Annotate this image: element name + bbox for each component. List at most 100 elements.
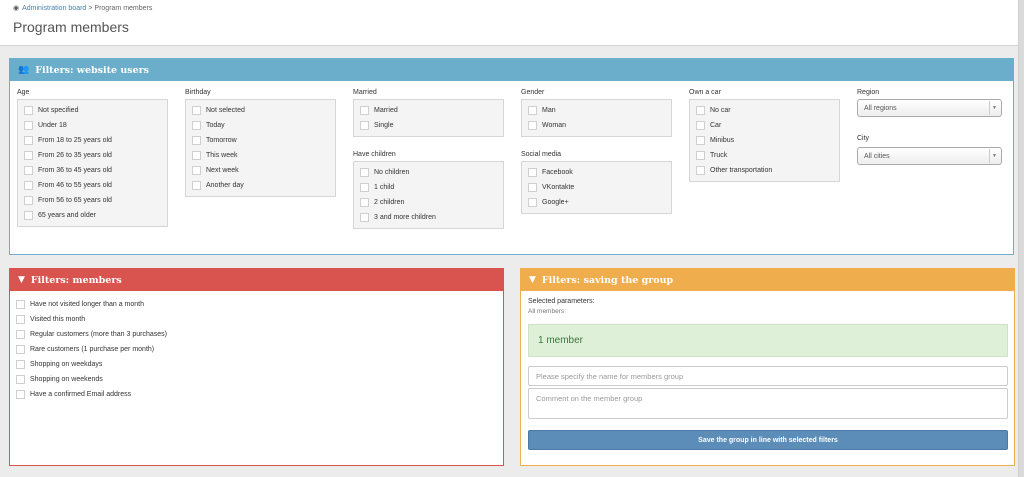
car-filter-group: Own a car No car Car Minibus Truck Other… [689, 87, 840, 182]
filter-option[interactable]: Woman [528, 118, 665, 133]
filter-option[interactable]: Visited this month [16, 312, 167, 327]
filter-option[interactable]: Another day [192, 178, 329, 193]
filter-option[interactable]: 65 years and older [24, 208, 161, 223]
filter-option[interactable]: Not specified [24, 103, 161, 118]
checkbox[interactable] [192, 166, 201, 175]
filter-option[interactable]: Today [192, 118, 329, 133]
checkbox[interactable] [24, 196, 33, 205]
filter-option[interactable]: Have not visited longer than a month [16, 297, 167, 312]
age-filter-group: Age Not specified Under 18 From 18 to 25… [17, 87, 168, 227]
members-options: Have not visited longer than a month Vis… [16, 297, 167, 402]
checkbox[interactable] [24, 121, 33, 130]
filter-option[interactable]: Not selected [192, 103, 329, 118]
filter-option[interactable]: Rare customers (1 purchase per month) [16, 342, 167, 357]
checkbox[interactable] [24, 181, 33, 190]
checkbox[interactable] [16, 360, 25, 369]
checkbox[interactable] [24, 106, 33, 115]
checkbox[interactable] [360, 198, 369, 207]
checkbox[interactable] [696, 151, 705, 160]
region-select[interactable]: All regions ▼ [857, 99, 1002, 117]
filter-option[interactable]: From 36 to 45 years old [24, 163, 161, 178]
filter-option[interactable]: Truck [696, 148, 833, 163]
checkbox[interactable] [192, 151, 201, 160]
age-label: Age [17, 89, 30, 96]
checkbox[interactable] [16, 390, 25, 399]
filter-option[interactable]: Minibus [696, 133, 833, 148]
checkbox[interactable] [528, 183, 537, 192]
checkbox[interactable] [192, 106, 201, 115]
checkbox[interactable] [360, 168, 369, 177]
social-options: Facebook VKontakte Google+ [521, 161, 672, 214]
filter-option[interactable]: Shopping on weekdays [16, 357, 167, 372]
city-select[interactable]: All cities ▼ [857, 147, 1002, 165]
filter-option[interactable]: Man [528, 103, 665, 118]
filter-option[interactable]: 3 and more children [360, 210, 497, 225]
group-name-input[interactable]: Please specify the name for members grou… [528, 366, 1008, 386]
filter-icon: ▼ [18, 275, 25, 285]
checkbox[interactable] [360, 106, 369, 115]
checkbox[interactable] [16, 330, 25, 339]
city-label: City [857, 135, 870, 142]
checkbox[interactable] [528, 168, 537, 177]
checkbox[interactable] [360, 183, 369, 192]
filter-option[interactable]: No children [360, 165, 497, 180]
members-filter-panel: ▼ Filters: members Have not visited long… [9, 268, 504, 466]
filter-option[interactable]: Under 18 [24, 118, 161, 133]
checkbox[interactable] [696, 106, 705, 115]
checkbox[interactable] [24, 136, 33, 145]
checkbox[interactable] [696, 136, 705, 145]
checkbox[interactable] [192, 136, 201, 145]
checkbox[interactable] [528, 198, 537, 207]
filter-option[interactable]: Next week [192, 163, 329, 178]
filter-option[interactable]: VKontakte [528, 180, 665, 195]
filter-option[interactable]: Shopping on weekends [16, 372, 167, 387]
filter-option[interactable]: Car [696, 118, 833, 133]
filter-option[interactable]: From 46 to 55 years old [24, 178, 161, 193]
filter-option[interactable]: This week [192, 148, 329, 163]
checkbox[interactable] [192, 121, 201, 130]
checkbox[interactable] [528, 121, 537, 130]
breadcrumb-separator: > [88, 4, 93, 12]
scrollbar[interactable] [1018, 0, 1024, 477]
filter-option[interactable]: 2 children [360, 195, 497, 210]
filter-option[interactable]: Regular customers (more than 3 purchases… [16, 327, 167, 342]
breadcrumb-current: Program members [94, 4, 153, 12]
checkbox[interactable] [16, 345, 25, 354]
region-label: Region [857, 89, 880, 96]
filter-option[interactable]: Facebook [528, 165, 665, 180]
filter-option[interactable]: No car [696, 103, 833, 118]
panel-title: Filters: members [30, 274, 122, 286]
filter-option[interactable]: From 18 to 25 years old [24, 133, 161, 148]
gender-label: Gender [521, 89, 545, 96]
page-header: ◉ Administration board > Program members… [0, 0, 1018, 46]
filter-option[interactable]: Other transportation [696, 163, 833, 178]
checkbox[interactable] [360, 213, 369, 222]
filter-option[interactable]: Have a confirmed Email address [16, 387, 167, 402]
checkbox[interactable] [192, 181, 201, 190]
save-group-button[interactable]: Save the group in line with selected fil… [528, 430, 1008, 450]
filter-option[interactable]: From 26 to 35 years old [24, 148, 161, 163]
social-filter-group: Social media Facebook VKontakte Google+ [521, 149, 672, 214]
breadcrumb-link-admin[interactable]: Administration board [22, 5, 86, 12]
filter-option[interactable]: 1 child [360, 180, 497, 195]
checkbox[interactable] [696, 121, 705, 130]
checkbox[interactable] [24, 151, 33, 160]
checkbox[interactable] [24, 211, 33, 220]
checkbox[interactable] [360, 121, 369, 130]
gender-options: Man Woman [521, 99, 672, 137]
website-users-filter-panel: 👥 Filters: website users Age Not specifi… [9, 58, 1014, 255]
checkbox[interactable] [696, 166, 705, 175]
group-comment-textarea[interactable]: Comment on the member group [528, 388, 1008, 419]
checkbox[interactable] [16, 315, 25, 324]
dashboard-icon: ◉ [13, 5, 20, 12]
checkbox[interactable] [24, 166, 33, 175]
checkbox[interactable] [16, 300, 25, 309]
filter-option[interactable]: Google+ [528, 195, 665, 210]
filter-option[interactable]: Tomorrow [192, 133, 329, 148]
checkbox[interactable] [16, 375, 25, 384]
filter-option[interactable]: Married [360, 103, 497, 118]
children-filter-group: Have children No children 1 child 2 chil… [353, 149, 504, 229]
checkbox[interactable] [528, 106, 537, 115]
filter-option[interactable]: Single [360, 118, 497, 133]
filter-option[interactable]: From 56 to 65 years old [24, 193, 161, 208]
